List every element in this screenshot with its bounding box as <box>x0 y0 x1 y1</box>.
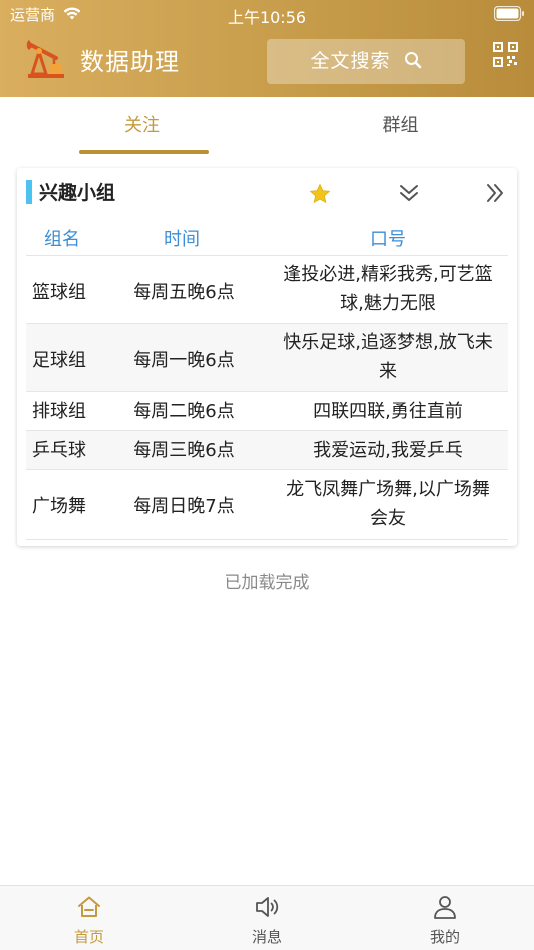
column-header-slogan: 口号 <box>370 229 406 250</box>
star-icon[interactable] <box>309 183 331 205</box>
oil-pump-logo-icon <box>26 40 64 78</box>
battery-icon <box>494 6 524 21</box>
column-header-time: 时间 <box>164 229 200 250</box>
load-complete-text: 已加载完成 <box>224 573 310 593</box>
table-row[interactable]: 足球组 每周一晚6点 快乐足球,追逐梦想,放飞未来 <box>26 324 508 392</box>
tab-groups[interactable]: 群组 <box>267 97 534 157</box>
cell-group-name: 广场舞 <box>32 496 86 517</box>
card-title: 兴趣小组 <box>39 182 116 204</box>
slogan-line: 来 <box>379 361 397 382</box>
card-accent-bar <box>26 180 32 204</box>
search-button-label: 全文搜索 <box>310 50 391 72</box>
speaker-icon <box>256 897 279 917</box>
qr-scan-icon[interactable] <box>492 41 519 68</box>
nav-home-label: 首页 <box>73 928 104 946</box>
status-time: 上午10:56 <box>227 8 307 27</box>
cell-time: 每周一晚6点 <box>133 350 235 371</box>
home-icon <box>78 896 100 917</box>
table-header: 组名 时间 口号 <box>26 220 508 256</box>
nav-messages[interactable]: 消息 <box>178 886 356 950</box>
chevron-double-right-icon[interactable] <box>484 181 506 205</box>
cell-group-name: 乒乓球 <box>32 440 86 461</box>
slogan-line: 逢投必进,精彩我秀,可艺篮 <box>283 264 493 285</box>
status-bar: 运营商 上午10:56 <box>0 0 534 28</box>
group-table: 组名 时间 口号 篮球组 每周五晚6点 逢投必进,精彩我秀,可艺篮 球,魅力无限 … <box>26 220 508 540</box>
nav-home[interactable]: 首页 <box>0 886 178 950</box>
nav-profile[interactable]: 我的 <box>356 886 534 950</box>
cell-slogan: 我爱运动,我爱乒乓 <box>313 440 463 461</box>
column-header-name: 组名 <box>44 229 80 250</box>
chevron-double-down-icon[interactable] <box>398 181 420 205</box>
cell-group-name: 篮球组 <box>32 282 86 303</box>
cell-time: 每周日晚7点 <box>133 496 235 517</box>
cell-slogan: 四联四联,勇往直前 <box>313 401 463 422</box>
interest-group-card: 兴趣小组 组名 时间 口号 篮球组 每周五晚6点 逢投必进,精彩我秀,可艺篮 球,… <box>17 168 517 546</box>
full-text-search-button[interactable]: 全文搜索 <box>267 39 465 84</box>
slogan-line: 球,魅力无限 <box>340 293 436 314</box>
cell-slogan: 快乐足球,追逐梦想,放飞未来 <box>270 328 506 386</box>
table-row[interactable]: 篮球组 每周五晚6点 逢投必进,精彩我秀,可艺篮 球,魅力无限 <box>26 256 508 324</box>
bottom-nav: 首页 消息 我的 <box>0 885 534 950</box>
table-row[interactable]: 乒乓球 每周三晚6点 我爱运动,我爱乒乓 <box>26 431 508 470</box>
app-title: 数据助理 <box>80 48 180 76</box>
active-tab-indicator <box>79 150 209 154</box>
nav-profile-label: 我的 <box>429 928 460 946</box>
nav-messages-label: 消息 <box>251 928 282 946</box>
tab-bar: 关注 群组 <box>0 97 534 157</box>
slogan-line: 龙飞凤舞广场舞,以广场舞 <box>286 479 490 500</box>
cell-time: 每周五晚6点 <box>133 282 235 303</box>
cell-time: 每周二晚6点 <box>133 401 235 422</box>
table-row[interactable]: 广场舞 每周日晚7点 龙飞凤舞广场舞,以广场舞 会友 <box>26 470 508 540</box>
table-row[interactable]: 排球组 每周二晚6点 四联四联,勇往直前 <box>26 392 508 431</box>
slogan-line: 快乐足球,追逐梦想,放飞未 <box>283 332 493 353</box>
slogan-line: 会友 <box>370 508 406 529</box>
cell-group-name: 足球组 <box>32 350 86 371</box>
cell-slogan: 龙飞凤舞广场舞,以广场舞 会友 <box>270 475 506 533</box>
search-icon <box>404 51 421 68</box>
tab-follow[interactable]: 关注 <box>10 97 274 157</box>
cell-group-name: 排球组 <box>32 401 86 422</box>
cell-time: 每周三晚6点 <box>133 440 235 461</box>
cell-slogan: 逢投必进,精彩我秀,可艺篮 球,魅力无限 <box>270 260 506 318</box>
app-header: 运营商 上午10:56 数据助理 全文搜索 <box>0 0 534 97</box>
user-icon <box>434 896 456 919</box>
